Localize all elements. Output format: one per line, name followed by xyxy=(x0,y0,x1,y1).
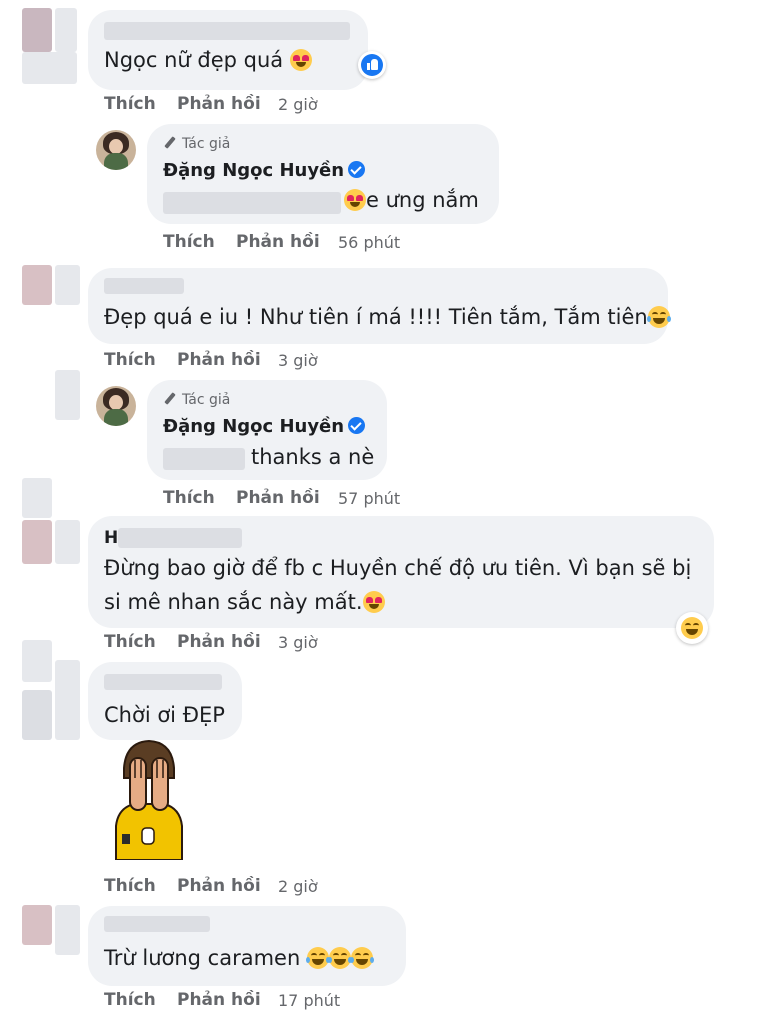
blurred-fragment xyxy=(55,905,80,955)
comment-time: 17 phút xyxy=(278,991,341,1010)
blurred-commenter-name xyxy=(104,674,222,690)
blurred-fragment xyxy=(22,640,52,682)
blurred-commenter-name xyxy=(104,278,184,294)
blurred-commenter-name xyxy=(104,916,210,932)
reply-button[interactable]: Phản hồi xyxy=(177,876,261,896)
reply-button[interactable]: Phản hồi xyxy=(177,990,261,1010)
like-icon xyxy=(361,54,383,76)
like-button[interactable]: Thích xyxy=(104,350,156,370)
comment-text: Chời ơi ĐẸP xyxy=(104,703,225,727)
blurred-fragment xyxy=(55,265,80,305)
like-reaction-badge[interactable] xyxy=(358,51,386,79)
reply-text: e ưng nắm xyxy=(344,188,479,212)
verified-icon xyxy=(348,161,366,178)
comment-time: 3 giờ xyxy=(278,351,318,370)
comment-time: 2 giờ xyxy=(278,95,318,114)
tears-of-joy-emoji xyxy=(305,947,330,969)
reply-button[interactable]: Phản hồi xyxy=(177,350,261,370)
heart-eyes-emoji xyxy=(289,49,312,71)
tears-of-joy-emoji xyxy=(327,947,352,969)
commenter-initial: H xyxy=(104,528,119,548)
commenter-name[interactable]: Đặng Ngọc Huyền xyxy=(163,160,366,181)
blurred-avatar xyxy=(22,690,52,740)
like-button[interactable]: Thích xyxy=(163,232,215,252)
tears-of-joy-emoji xyxy=(349,947,374,969)
author-tag: Tác giả xyxy=(163,392,230,408)
comment-time: 2 giờ xyxy=(278,877,318,896)
blurred-avatar xyxy=(22,905,52,945)
blurred-mention xyxy=(163,192,341,214)
comment-text: Đẹp quá e iu ! Như tiên í má !!!! Tiên t… xyxy=(104,305,671,329)
blurred-avatar xyxy=(22,265,52,305)
comment-text-line-2: si mê nhan sắc này mất. xyxy=(104,590,385,614)
reply-button[interactable]: Phản hồi xyxy=(236,232,320,252)
comment-text: Trừ lương caramen xyxy=(104,946,374,970)
blurred-avatar xyxy=(22,8,52,52)
blurred-fragment xyxy=(55,660,80,740)
like-button[interactable]: Thích xyxy=(104,990,156,1010)
comment-text-line-1: Đừng bao giờ để fb c Huyền chế độ ưu tiê… xyxy=(104,556,692,580)
blurred-commenter-name xyxy=(118,528,242,548)
comment-time: 3 giờ xyxy=(278,633,318,652)
reply-button[interactable]: Phản hồi xyxy=(177,632,261,652)
like-button[interactable]: Thích xyxy=(163,488,215,508)
laughing-emoji xyxy=(681,617,703,639)
heart-eyes-emoji xyxy=(362,591,385,613)
reply-button[interactable]: Phản hồi xyxy=(177,94,261,114)
blurred-avatar xyxy=(55,8,77,52)
blurred-fragment xyxy=(22,478,52,518)
pen-icon xyxy=(163,136,177,150)
like-button[interactable]: Thích xyxy=(104,94,156,114)
blurred-commenter-name xyxy=(104,22,350,40)
facepalm-sticker xyxy=(115,739,183,860)
haha-reaction-badge[interactable] xyxy=(676,612,708,644)
verified-icon xyxy=(348,417,366,434)
blurred-fragment xyxy=(55,520,80,564)
reply-text: thanks a nè xyxy=(251,445,375,469)
comment-text: Ngọc nữ đẹp quá xyxy=(104,48,312,72)
blurred-avatar xyxy=(22,520,52,564)
author-avatar[interactable] xyxy=(96,130,136,170)
like-button[interactable]: Thích xyxy=(104,876,156,896)
author-avatar[interactable] xyxy=(96,386,136,426)
blurred-fragment xyxy=(22,52,77,84)
heart-eyes-emoji xyxy=(344,189,366,211)
blurred-fragment xyxy=(55,370,80,420)
like-button[interactable]: Thích xyxy=(104,632,156,652)
commenter-name[interactable]: Đặng Ngọc Huyền xyxy=(163,416,366,437)
blurred-mention xyxy=(163,448,245,470)
reply-button[interactable]: Phản hồi xyxy=(236,488,320,508)
tears-of-joy-emoji xyxy=(646,306,671,328)
comment-time: 56 phút xyxy=(338,233,401,252)
comment-time: 57 phút xyxy=(338,489,401,508)
author-tag: Tác giả xyxy=(163,136,230,152)
pen-icon xyxy=(163,392,177,406)
